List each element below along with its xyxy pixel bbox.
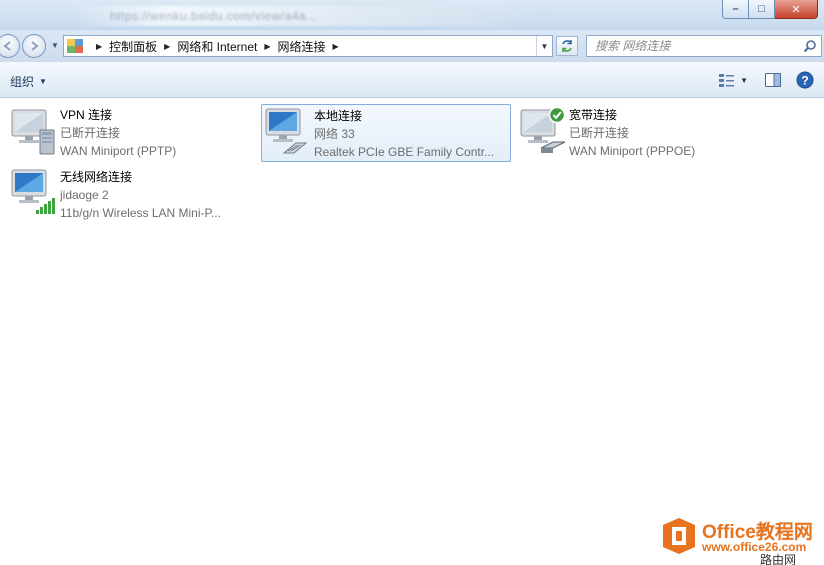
connection-status: jidaoge 2 bbox=[60, 188, 109, 202]
search-box[interactable] bbox=[586, 35, 822, 57]
minimize-button[interactable]: – bbox=[722, 0, 749, 19]
connection-name: 本地连接 bbox=[314, 109, 363, 123]
toolbar-right-group: ▼ ? bbox=[710, 70, 816, 90]
breadcrumb-network-internet[interactable]: 网络和 Internet bbox=[177, 38, 257, 55]
back-button[interactable] bbox=[0, 34, 20, 58]
help-button[interactable]: ? bbox=[794, 70, 816, 90]
breadcrumb-control-panel[interactable]: 控制面板 bbox=[109, 38, 157, 55]
connection-name: 宽带连接 bbox=[569, 108, 618, 122]
connection-details: 无线网络连接 jidaoge 2 11b/g/n Wireless LAN Mi… bbox=[60, 166, 250, 224]
preview-pane-button[interactable] bbox=[762, 70, 784, 90]
blurred-browser-address: https://wenku.baidu.com/view/a4a... bbox=[70, 6, 550, 26]
connection-device: Realtek PCIe GBE Family Contr... bbox=[314, 145, 495, 159]
address-history-dropdown[interactable]: ▼ bbox=[536, 36, 552, 56]
organize-menu-button[interactable]: 组织 ▼ bbox=[10, 73, 47, 90]
change-view-button[interactable] bbox=[716, 70, 738, 90]
maximize-button[interactable]: □ bbox=[749, 0, 775, 19]
breadcrumb-network-connections[interactable]: 网络连接 bbox=[278, 38, 326, 55]
broadband-connection-icon bbox=[517, 104, 569, 158]
help-icon: ? bbox=[796, 71, 814, 89]
refresh-button[interactable] bbox=[556, 36, 578, 56]
address-box[interactable]: ▶ 控制面板 ▶ 网络和 Internet ▶ 网络连接 ▶ ▼ bbox=[63, 35, 553, 57]
blurred-title-text: https://wenku.baidu.com/view/a4a... bbox=[110, 9, 318, 23]
address-bar-row: ▼ ▶ 控制面板 ▶ 网络和 Internet ▶ 网络连接 ▶ ▼ bbox=[0, 30, 824, 62]
connection-status: 网络 33 bbox=[314, 127, 355, 141]
connection-item-local[interactable]: 本地连接 网络 33 Realtek PCIe GBE Family Contr… bbox=[261, 104, 511, 162]
arrow-right-icon bbox=[31, 41, 39, 51]
connection-device: 11b/g/n Wireless LAN Mini-P... bbox=[60, 206, 221, 220]
command-bar: 组织 ▼ ▼ ? bbox=[0, 62, 824, 98]
wireless-connection-icon bbox=[8, 166, 60, 220]
window-controls: – □ ✕ bbox=[722, 0, 818, 19]
breadcrumb-separator[interactable]: ▶ bbox=[164, 42, 170, 51]
connection-item-wireless[interactable]: 无线网络连接 jidaoge 2 11b/g/n Wireless LAN Mi… bbox=[8, 166, 258, 224]
connection-device: WAN Miniport (PPPOE) bbox=[569, 144, 696, 158]
view-options-icon bbox=[719, 74, 735, 87]
refresh-icon bbox=[562, 40, 572, 52]
connection-name: VPN 连接 bbox=[60, 108, 113, 122]
connection-status: 已断开连接 bbox=[569, 126, 630, 140]
forward-button[interactable] bbox=[22, 34, 46, 58]
chevron-down-icon: ▼ bbox=[39, 77, 47, 86]
connection-item-vpn[interactable]: VPN 连接 已断开连接 WAN Miniport (PPTP) bbox=[8, 104, 258, 162]
preview-pane-icon bbox=[765, 73, 781, 87]
connection-device: WAN Miniport (PPTP) bbox=[60, 144, 177, 158]
breadcrumb-separator[interactable]: ▶ bbox=[264, 42, 270, 51]
recent-pages-dropdown[interactable]: ▼ bbox=[51, 41, 59, 50]
control-panel-icon bbox=[67, 39, 83, 53]
title-bar: https://wenku.baidu.com/view/a4a... – □ … bbox=[0, 0, 824, 30]
local-area-connection-icon bbox=[262, 105, 314, 159]
connections-list: VPN 连接 已断开连接 WAN Miniport (PPTP) 本地连接 网络… bbox=[0, 98, 824, 565]
connection-details: VPN 连接 已断开连接 WAN Miniport (PPTP) bbox=[60, 104, 250, 162]
arrow-left-icon bbox=[3, 41, 11, 51]
connection-item-broadband[interactable]: 宽带连接 已断开连接 WAN Miniport (PPPOE) bbox=[517, 104, 767, 162]
connection-status: 已断开连接 bbox=[60, 126, 121, 140]
view-options-dropdown[interactable]: ▼ bbox=[740, 76, 748, 85]
watermark: Office教程网 www.office26.com 路由网 bbox=[660, 514, 820, 565]
connection-details: 宽带连接 已断开连接 WAN Miniport (PPPOE) bbox=[569, 104, 759, 162]
organize-label: 组织 bbox=[10, 75, 35, 89]
vpn-connection-icon bbox=[8, 104, 60, 158]
breadcrumb-separator[interactable]: ▶ bbox=[333, 42, 339, 51]
connection-details: 本地连接 网络 33 Realtek PCIe GBE Family Contr… bbox=[314, 105, 504, 161]
breadcrumb-separator[interactable]: ▶ bbox=[96, 42, 102, 51]
connection-name: 无线网络连接 bbox=[60, 170, 133, 184]
search-input[interactable] bbox=[595, 39, 795, 53]
svg-text:?: ? bbox=[801, 74, 808, 88]
close-button[interactable]: ✕ bbox=[775, 0, 818, 19]
office-logo-icon bbox=[663, 518, 695, 554]
watermark-tag: 路由网 bbox=[760, 551, 797, 565]
search-icon[interactable] bbox=[803, 39, 817, 53]
